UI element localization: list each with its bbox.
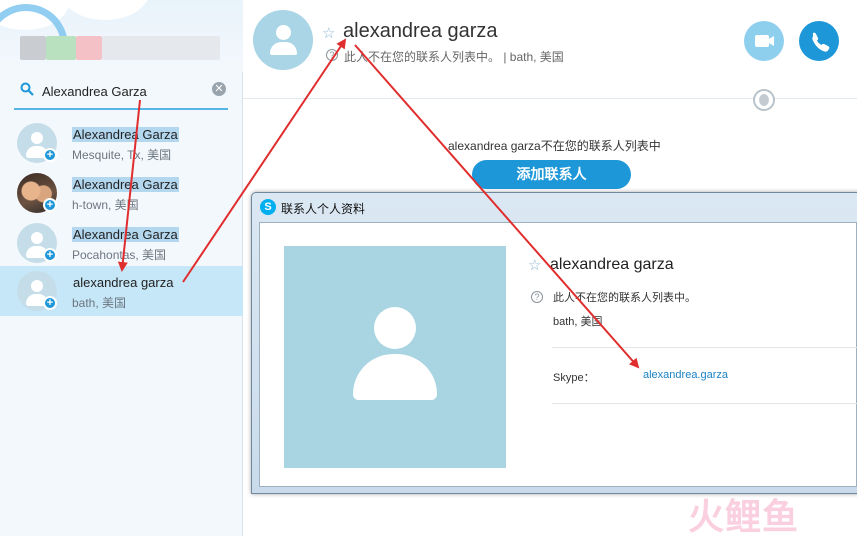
contact-avatar[interactable] [253, 10, 313, 70]
contact-title[interactable]: alexandrea garza [343, 20, 498, 43]
skype-logo-icon: S [260, 199, 276, 215]
profile-name: alexandrea garza [550, 256, 674, 273]
contact-location: h-town, 美国 [72, 198, 139, 212]
separator [552, 347, 857, 348]
add-contact-button[interactable]: 添加联系人 [472, 160, 631, 189]
separator [552, 403, 857, 404]
contact-name: Alexandrea Garza [72, 127, 179, 142]
search-input[interactable] [42, 81, 202, 101]
add-contact-badge-icon: + [43, 296, 57, 310]
contact-profile-dialog: S 联系人个人资料 ☆ alexandrea garza ? 此人不在您的联系人… [251, 192, 857, 494]
contact-location: bath, 美国 [72, 296, 127, 310]
skype-id-label: Skype： [553, 372, 595, 384]
profile-status: 此人不在您的联系人列表中。 [553, 292, 696, 304]
video-call-icon [755, 35, 774, 47]
not-in-contacts-message: alexandrea garza不在您的联系人列表中 [448, 139, 661, 153]
watermark-logo: 火鲤鱼 [688, 496, 800, 536]
search-icon [20, 82, 34, 96]
add-contact-badge-icon: + [43, 148, 57, 162]
globe-icon [753, 89, 775, 111]
clear-icon[interactable]: ✕ [212, 82, 226, 96]
profile-area [0, 0, 243, 72]
contact-item-selected[interactable]: + alexandrea garza bath, 美国 [0, 266, 243, 316]
contact-name: Alexandrea Garza [72, 227, 179, 242]
contact-name: Alexandrea Garza [72, 177, 179, 192]
contact-item[interactable]: + Alexandrea Garza h-town, 美国 [0, 168, 243, 218]
phone-icon [812, 32, 830, 52]
call-button[interactable] [799, 21, 839, 61]
dialog-title: 联系人个人资料 [281, 202, 366, 216]
contact-name: alexandrea garza [73, 275, 174, 290]
blurred-avatar [20, 36, 46, 60]
profile-picture [284, 246, 506, 468]
contact-location: Mesquite, Tx, 美国 [72, 148, 172, 162]
info-icon: ? [326, 49, 338, 61]
info-icon: ? [531, 291, 543, 303]
add-contact-badge-icon: + [43, 198, 57, 212]
skype-id-link[interactable]: alexandrea.garza [643, 369, 728, 381]
contact-item[interactable]: + Alexandrea Garza Mesquite, Tx, 美国 [0, 118, 243, 168]
blurred-username [102, 36, 220, 60]
video-call-button[interactable] [744, 21, 784, 61]
star-icon[interactable]: ☆ [528, 256, 541, 274]
add-contact-badge-icon: + [43, 248, 57, 262]
contact-item[interactable]: + Alexandrea Garza Pocahontas, 美国 [0, 218, 243, 268]
star-icon[interactable]: ☆ [322, 24, 335, 42]
contact-location: Pocahontas, 美国 [72, 248, 167, 262]
profile-location: bath, 美国 [553, 316, 603, 328]
sidebar: ✕ + Alexandrea Garza Mesquite, Tx, 美国 + … [0, 0, 243, 536]
contact-status-line: 此人不在您的联系人列表中。 | bath, 美国 [344, 50, 564, 64]
dialog-body: ☆ alexandrea garza ? 此人不在您的联系人列表中。 bath,… [259, 222, 857, 487]
search-box: ✕ [14, 78, 228, 110]
